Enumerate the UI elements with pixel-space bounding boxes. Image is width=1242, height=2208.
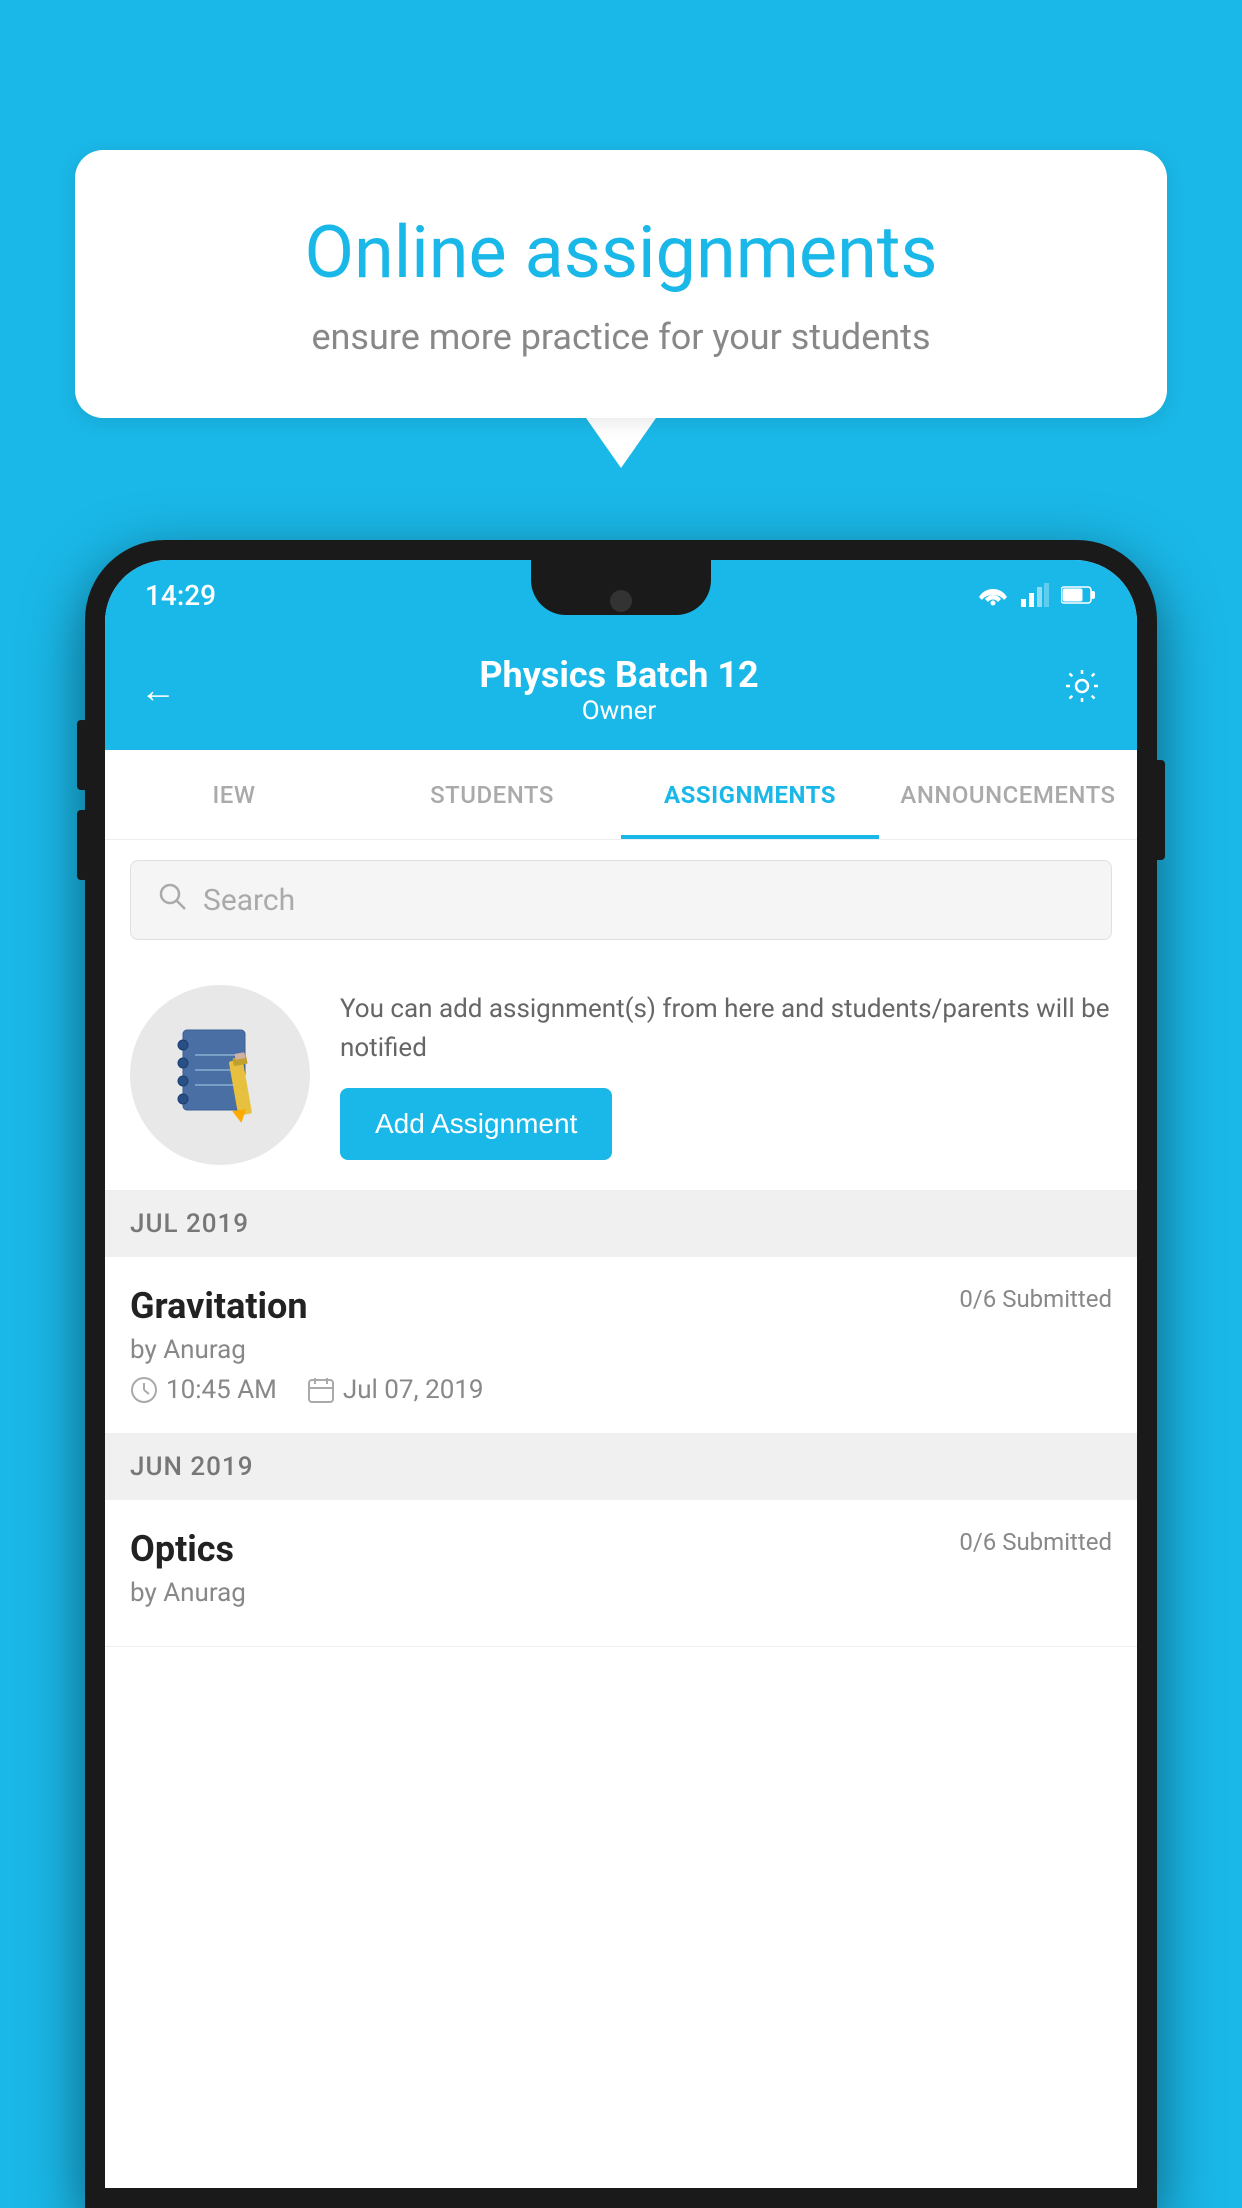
assignment-time: 10:45 AM	[130, 1375, 277, 1405]
assignment-author-optics: by Anurag	[130, 1578, 1112, 1608]
battery-icon	[1061, 585, 1097, 605]
add-assignment-button[interactable]: Add Assignment	[340, 1088, 612, 1160]
speech-bubble-section: Online assignments ensure more practice …	[75, 150, 1167, 468]
app-bar-title: Physics Batch 12	[479, 654, 758, 696]
status-icons	[977, 583, 1097, 607]
search-icon	[156, 880, 188, 920]
calendar-icon	[307, 1376, 335, 1404]
tab-iew[interactable]: IEW	[105, 750, 363, 839]
month-header-jul: JUL 2019	[105, 1191, 1137, 1257]
volume-down-button	[77, 810, 85, 880]
tab-announcements[interactable]: ANNOUNCEMENTS	[879, 750, 1137, 839]
promo-content: You can add assignment(s) from here and …	[340, 990, 1112, 1160]
speech-bubble-title: Online assignments	[145, 210, 1097, 296]
assignment-meta: 10:45 AM Jul 07, 2019	[130, 1375, 1112, 1405]
assignment-author: by Anurag	[130, 1335, 1112, 1365]
search-bar[interactable]: Search	[130, 860, 1112, 940]
assignment-date: Jul 07, 2019	[307, 1375, 484, 1405]
notebook-icon	[175, 1025, 265, 1125]
speech-bubble-card: Online assignments ensure more practice …	[75, 150, 1167, 418]
clock-icon	[130, 1376, 158, 1404]
app-bar-subtitle: Owner	[479, 696, 758, 726]
tab-assignments[interactable]: ASSIGNMENTS	[621, 750, 879, 839]
promo-icon-circle	[130, 985, 310, 1165]
assignment-item-gravitation[interactable]: Gravitation 0/6 Submitted by Anurag 10:4…	[105, 1257, 1137, 1434]
volume-up-button	[77, 720, 85, 790]
assignment-title: Gravitation	[130, 1285, 308, 1327]
assignment-item-optics[interactable]: Optics 0/6 Submitted by Anurag	[105, 1500, 1137, 1647]
back-button[interactable]: ←	[140, 669, 176, 711]
phone-frame: 14:29	[85, 540, 1157, 2208]
speech-bubble-arrow	[586, 418, 656, 468]
settings-button[interactable]	[1062, 666, 1102, 715]
status-time: 14:29	[145, 579, 216, 612]
app-bar-title-container: Physics Batch 12 Owner	[479, 654, 758, 726]
phone-screen: 14:29	[105, 560, 1137, 2188]
wifi-icon	[977, 583, 1009, 607]
promo-text: You can add assignment(s) from here and …	[340, 990, 1112, 1068]
phone-notch	[531, 560, 711, 615]
power-button	[1157, 760, 1165, 860]
signal-icon	[1021, 583, 1049, 607]
search-container: Search	[105, 840, 1137, 960]
month-header-jun: JUN 2019	[105, 1434, 1137, 1500]
assignment-submitted: 0/6 Submitted	[959, 1285, 1112, 1313]
gear-icon	[1062, 666, 1102, 706]
search-placeholder: Search	[203, 883, 295, 918]
tab-students[interactable]: STUDENTS	[363, 750, 621, 839]
speech-bubble-subtitle: ensure more practice for your students	[145, 316, 1097, 358]
tabs-container: IEW STUDENTS ASSIGNMENTS ANNOUNCEMENTS	[105, 750, 1137, 840]
assignment-title-optics: Optics	[130, 1528, 234, 1570]
promo-card: You can add assignment(s) from here and …	[105, 960, 1137, 1191]
assignment-row-top: Gravitation 0/6 Submitted	[130, 1285, 1112, 1327]
app-bar: ← Physics Batch 12 Owner	[105, 630, 1137, 750]
assignment-row-top-optics: Optics 0/6 Submitted	[130, 1528, 1112, 1570]
assignment-submitted-optics: 0/6 Submitted	[959, 1528, 1112, 1556]
front-camera	[610, 590, 632, 612]
